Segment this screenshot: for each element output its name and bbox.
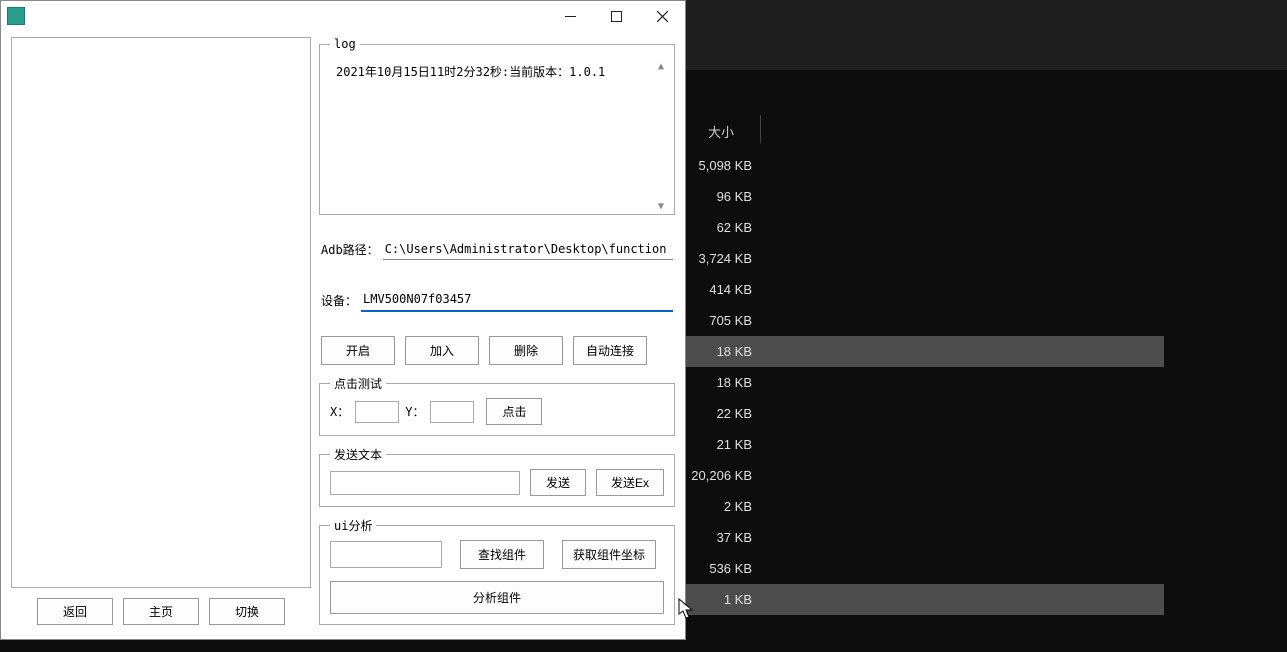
file-row[interactable]: 20,206 KB (685, 460, 1164, 491)
log-legend: log (330, 37, 360, 51)
log-line: 2021年10月15日11时2分32秒:当前版本：1.0.1 (336, 65, 605, 79)
file-row[interactable]: 2 KB (685, 491, 1164, 522)
app-icon (7, 7, 25, 25)
file-row[interactable]: 62 KB (685, 212, 1164, 243)
close-button[interactable] (639, 2, 685, 30)
adb-path-row: Adb路径： (321, 239, 673, 260)
file-row[interactable]: 18 KB (685, 336, 1164, 367)
file-row[interactable]: 5,098 KB (685, 150, 1164, 181)
right-panel: log 2021年10月15日11时2分32秒:当前版本：1.0.1 ▲ ▼ A… (315, 33, 683, 637)
ui-analysis-fieldset: ui分析 查找组件 获取组件坐标 分析组件 (319, 517, 675, 625)
file-size-list: 5,098 KB96 KB62 KB3,724 KB414 KB705 KB18… (685, 150, 1164, 615)
column-divider (760, 115, 761, 143)
click-test-legend: 点击测试 (330, 375, 386, 392)
x-input[interactable] (355, 401, 399, 423)
minimize-button[interactable] (547, 2, 593, 30)
scroll-down-icon[interactable]: ▼ (658, 201, 664, 212)
file-row[interactable]: 96 KB (685, 181, 1164, 212)
click-button[interactable]: 点击 (486, 398, 542, 425)
switch-button[interactable]: 切换 (209, 598, 285, 625)
file-row[interactable]: 536 KB (685, 553, 1164, 584)
analyze-component-button[interactable]: 分析组件 (330, 581, 664, 614)
send-ex-button[interactable]: 发送Ex (596, 469, 664, 496)
x-label: X： (330, 403, 349, 420)
add-button[interactable]: 加入 (405, 336, 479, 365)
titlebar[interactable] (1, 1, 685, 31)
preview-canvas[interactable] (11, 37, 311, 588)
size-column-header[interactable]: 大小 (700, 118, 742, 145)
file-row[interactable]: 18 KB (685, 367, 1164, 398)
y-label: Y： (405, 403, 424, 420)
main-dialog: 返回 主页 切换 log 2021年10月15日11时2分32秒:当前版本：1.… (0, 0, 686, 640)
home-button[interactable]: 主页 (123, 598, 199, 625)
open-button[interactable]: 开启 (321, 336, 395, 365)
log-textarea[interactable]: 2021年10月15日11时2分32秒:当前版本：1.0.1 ▲ ▼ (330, 59, 664, 214)
send-text-input[interactable] (330, 471, 520, 495)
maximize-button[interactable] (593, 2, 639, 30)
adb-path-label: Adb路径： (321, 241, 379, 258)
file-row[interactable]: 705 KB (685, 305, 1164, 336)
adb-path-input[interactable] (383, 239, 673, 260)
y-input[interactable] (430, 401, 474, 423)
auto-connect-button[interactable]: 自动连接 (573, 336, 647, 365)
file-row[interactable]: 1 KB (685, 584, 1164, 615)
send-button[interactable]: 发送 (530, 469, 586, 496)
get-coords-button[interactable]: 获取组件坐标 (562, 540, 656, 569)
action-buttons: 开启 加入 删除 自动连接 (321, 336, 673, 365)
file-row[interactable]: 3,724 KB (685, 243, 1164, 274)
file-row[interactable]: 414 KB (685, 274, 1164, 305)
find-component-button[interactable]: 查找组件 (460, 540, 544, 569)
back-button[interactable]: 返回 (37, 598, 113, 625)
send-text-fieldset: 发送文本 发送 发送Ex (319, 446, 675, 507)
bg-header (685, 0, 1287, 70)
delete-button[interactable]: 删除 (489, 336, 563, 365)
click-test-fieldset: 点击测试 X： Y： 点击 (319, 375, 675, 436)
left-panel: 返回 主页 切换 (3, 33, 315, 637)
file-row[interactable]: 22 KB (685, 398, 1164, 429)
device-row: 设备： (321, 288, 673, 312)
device-label: 设备： (321, 292, 357, 309)
log-fieldset: log 2021年10月15日11时2分32秒:当前版本：1.0.1 ▲ ▼ (319, 37, 675, 215)
ui-analysis-legend: ui分析 (330, 517, 376, 534)
window-controls (547, 2, 685, 30)
send-text-legend: 发送文本 (330, 446, 386, 463)
file-row[interactable]: 21 KB (685, 429, 1164, 460)
device-input[interactable] (361, 288, 673, 312)
scroll-up-icon[interactable]: ▲ (658, 61, 664, 72)
file-row[interactable]: 37 KB (685, 522, 1164, 553)
ui-analysis-input[interactable] (330, 541, 442, 568)
